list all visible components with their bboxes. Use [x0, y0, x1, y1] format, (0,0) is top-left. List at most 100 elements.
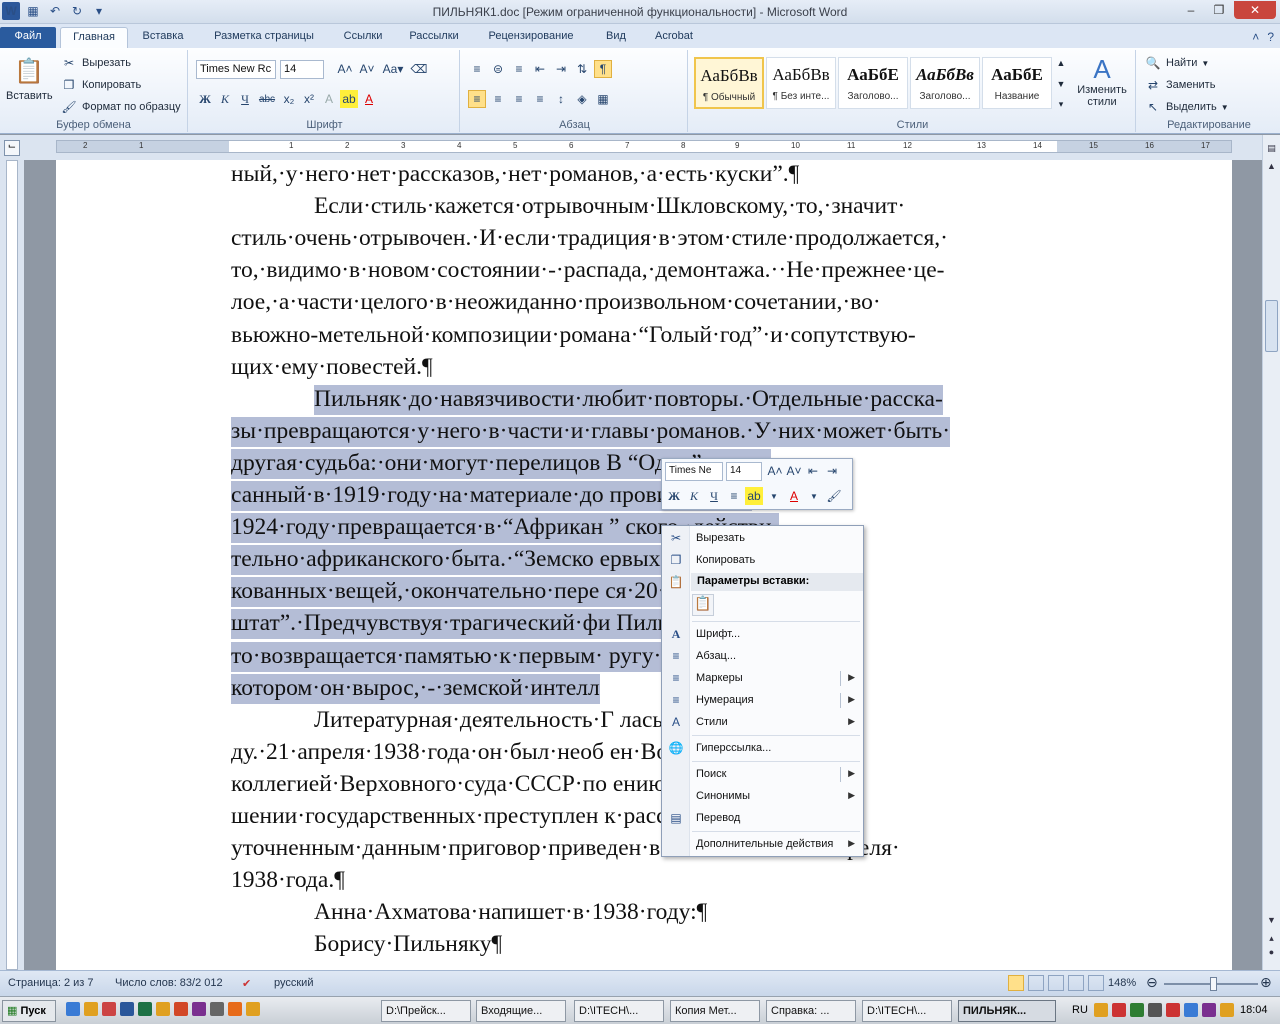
align-right-icon[interactable]: ≡ — [510, 90, 528, 108]
document-line[interactable]: котором·он·вырос,·-·земской·интелл — [231, 673, 600, 704]
tab-selector[interactable]: ⌙ — [4, 140, 20, 156]
outlook-icon[interactable] — [156, 1002, 170, 1016]
tab-mailings[interactable]: Рассылки — [400, 27, 468, 48]
vertical-scrollbar[interactable]: ▤ ▲ ▼ ▴ ● — [1262, 135, 1280, 970]
menu-item-font[interactable]: A Шрифт... — [662, 624, 863, 646]
menu-item-translate[interactable]: ▤ Перевод — [662, 808, 863, 830]
word-icon[interactable] — [120, 1002, 134, 1016]
minimize-ribbon-icon[interactable]: ˄ — [1252, 30, 1259, 44]
dropdown-arrow-icon[interactable]: ▼ — [765, 487, 783, 505]
menu-item-synonyms[interactable]: Синонимы ▶ — [662, 786, 863, 808]
sort-icon[interactable]: ⇅ — [573, 60, 591, 78]
borders-icon[interactable]: ▦ — [594, 90, 612, 108]
more-styles-icon[interactable]: ▾ — [1059, 99, 1064, 110]
italic-icon[interactable]: К — [685, 487, 703, 505]
taskbar-button[interactable]: Справка: ... — [766, 1000, 856, 1022]
powerpoint-icon[interactable] — [174, 1002, 188, 1016]
bold-icon[interactable]: Ж — [196, 90, 214, 108]
keep-text-only-icon[interactable]: 📋 — [692, 594, 714, 616]
tab-acrobat[interactable]: Acrobat — [644, 27, 704, 48]
show-marks-icon[interactable]: ¶ — [594, 60, 612, 78]
grow-font-icon[interactable]: A˄ — [766, 462, 784, 480]
format-painter-button[interactable]: 🖌 Формат по образцу — [60, 98, 180, 116]
start-button[interactable]: ▦ Пуск — [2, 1000, 56, 1022]
document-line[interactable]: лое,·а·части·целого·в·неожиданно·произво… — [231, 288, 881, 318]
menu-item-hyperlink[interactable]: 🌐 Гиперссылка... — [662, 738, 863, 760]
style-no-spacing[interactable]: АаБбВв ¶ Без инте... — [766, 57, 836, 109]
taskbar-button[interactable]: D:\ITECH\... — [862, 1000, 952, 1022]
bold-icon[interactable]: Ж — [665, 487, 683, 505]
strikethrough-icon[interactable]: abc — [256, 90, 278, 108]
font-size-combo[interactable]: 14 — [280, 60, 324, 79]
font-color-icon[interactable]: A — [785, 487, 803, 505]
taskbar-button[interactable]: D:\Прейск... — [381, 1000, 471, 1022]
taskbar-button[interactable]: Копия Мет... — [670, 1000, 760, 1022]
mini-size-combo[interactable]: 14 — [726, 462, 762, 481]
style-heading-2[interactable]: АаБбВв Заголово... — [910, 57, 980, 109]
outline-icon[interactable] — [1068, 975, 1084, 991]
word-count[interactable]: Число слов: 83/2 012 — [115, 977, 223, 989]
shrink-font-icon[interactable]: A˅ — [785, 462, 803, 480]
underline-icon[interactable]: Ч — [236, 90, 254, 108]
language-indicator[interactable]: RU — [1072, 1004, 1088, 1016]
previous-page-icon[interactable]: ▴ — [1264, 933, 1279, 948]
tab-page-layout[interactable]: Разметка страницы — [202, 27, 326, 48]
language[interactable]: русский — [274, 977, 313, 989]
copy-button[interactable]: ❐ Копировать — [60, 76, 142, 94]
vertical-ruler[interactable] — [0, 160, 24, 970]
menu-item-styles[interactable]: A Стили ▶ — [662, 712, 863, 734]
line-spacing-icon[interactable]: ↕ — [552, 90, 570, 108]
tray-icon[interactable] — [1166, 1003, 1180, 1017]
superscript-icon[interactable]: x² — [300, 90, 318, 108]
maximize-button[interactable]: ❐ — [1206, 1, 1232, 19]
center-icon[interactable]: ≡ — [725, 487, 743, 505]
highlight-icon[interactable]: ab — [340, 90, 358, 108]
clear-format-icon[interactable]: ⌫ — [410, 60, 428, 78]
align-left-icon[interactable]: ≡ — [468, 90, 486, 108]
taskbar-button[interactable]: D:\ITECH\... — [574, 1000, 664, 1022]
chevron-down-icon[interactable]: ▼ — [1057, 79, 1066, 89]
change-styles-button[interactable]: A Изменить стили — [1072, 54, 1132, 108]
draft-icon[interactable] — [1088, 975, 1104, 991]
replace-button[interactable]: ⇄ Заменить — [1144, 76, 1215, 94]
font-color-icon[interactable]: A — [360, 90, 378, 108]
reading-view-icon[interactable] — [1028, 975, 1044, 991]
print-layout-icon[interactable] — [1008, 975, 1024, 991]
excel-icon[interactable] — [138, 1002, 152, 1016]
window-icon[interactable] — [210, 1002, 224, 1016]
web-layout-icon[interactable] — [1048, 975, 1064, 991]
outlook-icon[interactable] — [246, 1002, 260, 1016]
zoom-level[interactable]: 148% — [1108, 977, 1136, 989]
scroll-down-icon[interactable]: ▼ — [1264, 915, 1279, 930]
chevron-up-icon[interactable]: ▲ — [1057, 58, 1066, 68]
bullets-icon[interactable]: ≡ — [468, 60, 486, 78]
menu-item-copy[interactable]: ❐ Копировать — [662, 550, 863, 572]
subscript-icon[interactable]: x₂ — [280, 90, 298, 108]
shading-icon[interactable]: ◈ — [573, 90, 591, 108]
font-name-combo[interactable]: Times New Rc — [196, 60, 276, 79]
document-line[interactable]: ный,·у·него·нет·рассказов,·нет·романов,·… — [231, 160, 799, 190]
text-effects-icon[interactable]: A — [320, 90, 338, 108]
align-center-icon[interactable]: ≡ — [489, 90, 507, 108]
zoom-in-icon[interactable]: ⊕ — [1260, 974, 1272, 991]
justify-icon[interactable]: ≡ — [531, 90, 549, 108]
menu-item-more-actions[interactable]: Дополнительные действия ▶ — [662, 834, 863, 856]
spelling-check-icon[interactable]: ✔ — [242, 977, 251, 990]
decrease-indent-icon[interactable]: ⇤ — [531, 60, 549, 78]
outlook-icon[interactable] — [84, 1002, 98, 1016]
shrink-font-icon[interactable]: A˅ — [358, 60, 376, 78]
document-line[interactable]: 1938·года.¶ — [231, 866, 345, 896]
increase-indent-icon[interactable]: ⇥ — [552, 60, 570, 78]
mini-font-combo[interactable]: Times Ne — [665, 462, 723, 481]
firefox-icon[interactable] — [228, 1002, 242, 1016]
browse-object-icon[interactable]: ● — [1264, 947, 1279, 962]
tray-icon[interactable] — [1112, 1003, 1126, 1017]
tab-references[interactable]: Ссылки — [334, 27, 392, 48]
numbering-icon[interactable]: ⊜ — [489, 60, 507, 78]
style-normal[interactable]: АаБбВв ¶ Обычный — [694, 57, 764, 109]
select-button[interactable]: ↖ Выделить ▼ — [1144, 98, 1229, 116]
tab-view[interactable]: Вид — [596, 27, 636, 48]
tray-icon[interactable] — [1202, 1003, 1216, 1017]
menu-item-search[interactable]: Поиск ▶ — [662, 764, 863, 786]
zoom-out-icon[interactable]: ⊖ — [1146, 974, 1158, 991]
